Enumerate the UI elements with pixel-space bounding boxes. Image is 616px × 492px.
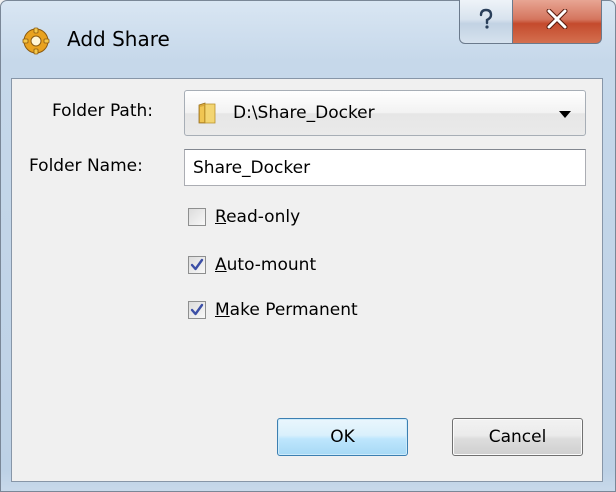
chevron-down-icon[interactable] xyxy=(559,111,571,118)
make-permanent-label: Make Permanent xyxy=(215,300,358,320)
title-bar[interactable]: Add Share xyxy=(0,0,616,80)
gear-icon xyxy=(22,27,50,55)
auto-mount-checkbox-box[interactable] xyxy=(188,256,206,274)
folder-name-field[interactable] xyxy=(184,149,586,186)
folder-path-label: Folder Path: xyxy=(52,101,154,121)
check-mark-icon xyxy=(190,303,204,316)
read-only-label: Read-only xyxy=(215,207,301,227)
window-title: Add Share xyxy=(67,27,170,51)
read-only-checkbox[interactable]: Read-only xyxy=(188,205,300,229)
auto-mount-label: Auto-mount xyxy=(215,255,317,275)
cancel-button[interactable]: Cancel xyxy=(452,418,583,456)
auto-mount-checkbox[interactable]: Auto-mount xyxy=(188,253,316,277)
folder-name-label: Folder Name: xyxy=(29,156,143,176)
close-x-icon xyxy=(546,8,568,34)
folder-icon xyxy=(197,101,219,125)
check-mark-icon xyxy=(190,258,204,271)
close-button[interactable] xyxy=(512,0,602,44)
read-only-checkbox-box[interactable] xyxy=(188,208,206,226)
make-permanent-checkbox-box[interactable] xyxy=(188,301,206,319)
ok-button[interactable]: OK xyxy=(277,418,408,456)
make-permanent-checkbox[interactable]: Make Permanent xyxy=(188,298,358,322)
folder-path-value: D:\Share_Docker xyxy=(233,103,375,123)
help-button[interactable] xyxy=(459,0,513,44)
question-mark-icon xyxy=(476,8,496,35)
folder-path-dropdown[interactable]: D:\Share_Docker xyxy=(184,90,586,136)
